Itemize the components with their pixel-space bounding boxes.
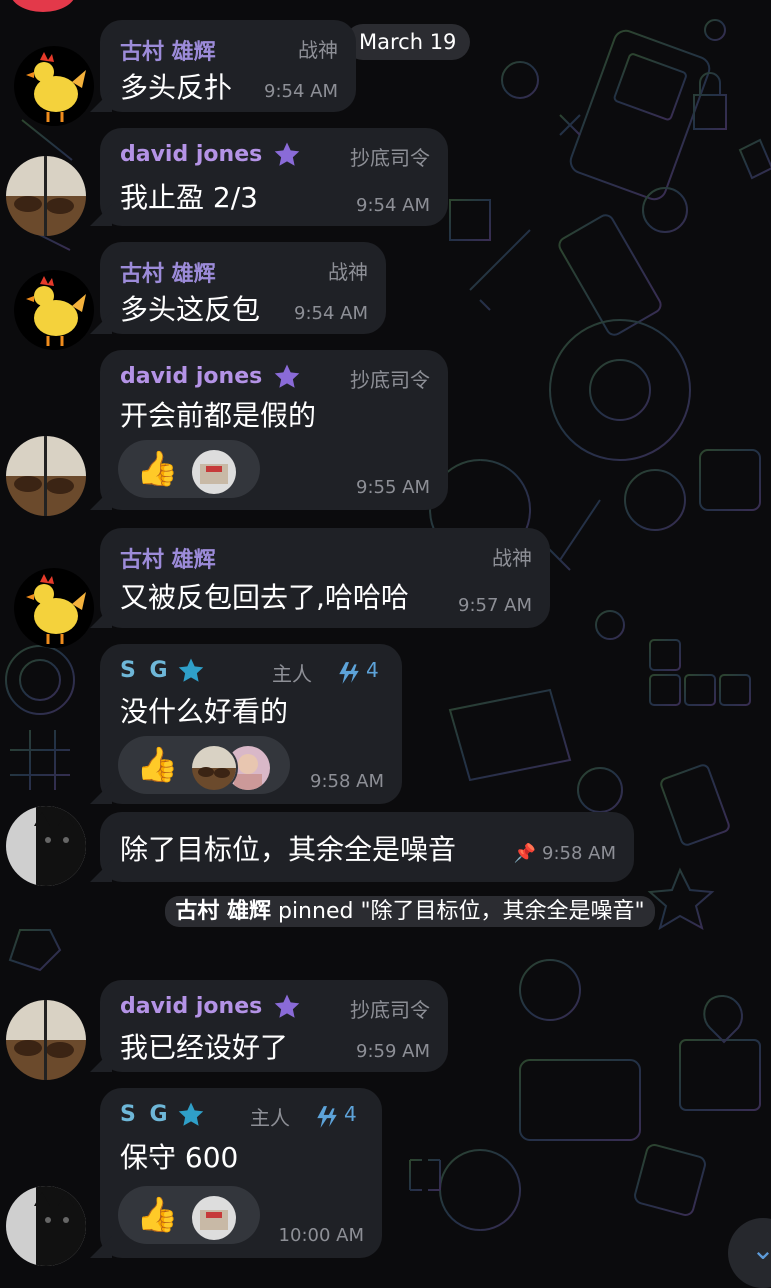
reaction-chip[interactable]: 👍 [118, 1186, 260, 1244]
boost-icon [339, 662, 359, 684]
avatar-bison[interactable] [6, 436, 86, 516]
message-time: 9:58 AM [310, 771, 384, 792]
message-time: 9:59 AM [356, 1041, 430, 1062]
avatar-rooster[interactable] [14, 270, 94, 350]
member-title: 主人 [272, 662, 312, 686]
avatar-rooster[interactable] [14, 46, 94, 126]
premium-star-icon [274, 142, 300, 166]
message-bubble[interactable]: david jones 抄底司令 开会前都是假的 👍 9:55 AM [100, 350, 448, 510]
premium-star-icon [274, 364, 300, 388]
premium-star-icon [178, 1102, 204, 1126]
boost-count: 4 [344, 1102, 357, 1126]
premium-star-icon [274, 994, 300, 1018]
boost-count: 4 [366, 658, 379, 682]
reactor-avatar [190, 744, 238, 792]
message-bubble[interactable]: 除了目标位，其余全是噪音 📌 9:58 AM [100, 812, 634, 882]
message-bubble[interactable]: 古村 雄辉 战神 又被反包回去了,哈哈哈 9:57 AM [100, 528, 550, 628]
pinned-service-message[interactable]: 古村 雄辉 pinned "除了目标位，其余全是噪音" [130, 894, 690, 930]
avatar-cat[interactable] [6, 806, 86, 886]
message-bubble[interactable]: 古村 雄辉 战神 多头这反包 9:54 AM [100, 242, 386, 334]
avatar-bison[interactable] [6, 156, 86, 236]
member-title: 战神 [492, 546, 532, 570]
message-text: 我已经设好了 [120, 1031, 289, 1064]
sender-name[interactable]: 古村 雄辉 [120, 256, 216, 288]
member-title: 战神 [328, 260, 368, 284]
premium-star-icon [178, 658, 204, 682]
message-bubble[interactable]: 古村 雄辉 战神 多头反扑 9:54 AM [100, 20, 356, 112]
message-time: 9:54 AM [294, 303, 368, 324]
message-time: 9:55 AM [356, 477, 430, 498]
reactor-avatar [190, 1194, 238, 1242]
sender-name[interactable]: S G [120, 658, 171, 683]
message-text: 除了目标位，其余全是噪音 [120, 833, 457, 866]
message-text: 多头这反包 [120, 293, 261, 326]
member-title: 抄底司令 [350, 368, 430, 392]
boost-icon [317, 1106, 337, 1128]
sender-name[interactable]: david jones [120, 142, 262, 167]
thumbs-up-reaction: 👍 [136, 449, 179, 489]
message-bubble[interactable]: david jones 抄底司令 我已经设好了 9:59 AM [100, 980, 448, 1072]
pin-icon: 📌 [513, 843, 536, 864]
service-actor[interactable]: 古村 雄辉 [175, 899, 271, 924]
message-bubble[interactable]: david jones 抄底司令 我止盈 2/3 9:54 AM [100, 128, 448, 226]
sender-name[interactable]: 古村 雄辉 [120, 34, 216, 66]
date-separator: March 19 [345, 24, 471, 60]
message-bubble[interactable]: S G 主人 4 没什么好看的 👍 9:58 AM [100, 644, 402, 804]
member-title: 战神 [298, 38, 338, 62]
message-time: 9:54 AM [356, 195, 430, 216]
message-time: 📌 9:58 AM [513, 843, 616, 864]
message-text: 没什么好看的 [120, 695, 289, 728]
message-time: 10:00 AM [278, 1225, 364, 1246]
message-text: 我止盈 2/3 [120, 181, 258, 214]
message-text: 多头反扑 [120, 71, 233, 104]
message-time: 9:54 AM [264, 81, 338, 102]
reaction-chip[interactable]: 👍 [118, 440, 260, 498]
message-bubble[interactable]: S G 主人 4 保守 600 👍 10:00 AM [100, 1088, 382, 1258]
avatar-cat[interactable] [6, 1186, 86, 1266]
member-title: 抄底司令 [350, 146, 430, 170]
thumbs-up-reaction: 👍 [136, 1195, 179, 1235]
member-title: 主人 [250, 1106, 290, 1130]
reaction-chip[interactable]: 👍 [118, 736, 290, 794]
message-text: 又被反包回去了,哈哈哈 [120, 581, 409, 614]
avatar-bison[interactable] [6, 1000, 86, 1080]
reactor-avatar [190, 448, 238, 496]
message-text: 保守 600 [120, 1141, 239, 1174]
avatar-rooster[interactable] [14, 568, 94, 648]
chevron-down-icon: ⌄ [751, 1233, 771, 1266]
service-text: pinned "除了目标位，其余全是噪音" [277, 899, 645, 924]
sender-name[interactable]: david jones [120, 364, 262, 389]
member-title: 抄底司令 [350, 998, 430, 1022]
sender-name[interactable]: 古村 雄辉 [120, 542, 216, 574]
thumbs-up-reaction: 👍 [136, 745, 179, 785]
sender-name[interactable]: david jones [120, 994, 262, 1019]
message-time: 9:57 AM [458, 595, 532, 616]
sender-name[interactable]: S G [120, 1102, 171, 1127]
message-text: 开会前都是假的 [120, 399, 317, 432]
